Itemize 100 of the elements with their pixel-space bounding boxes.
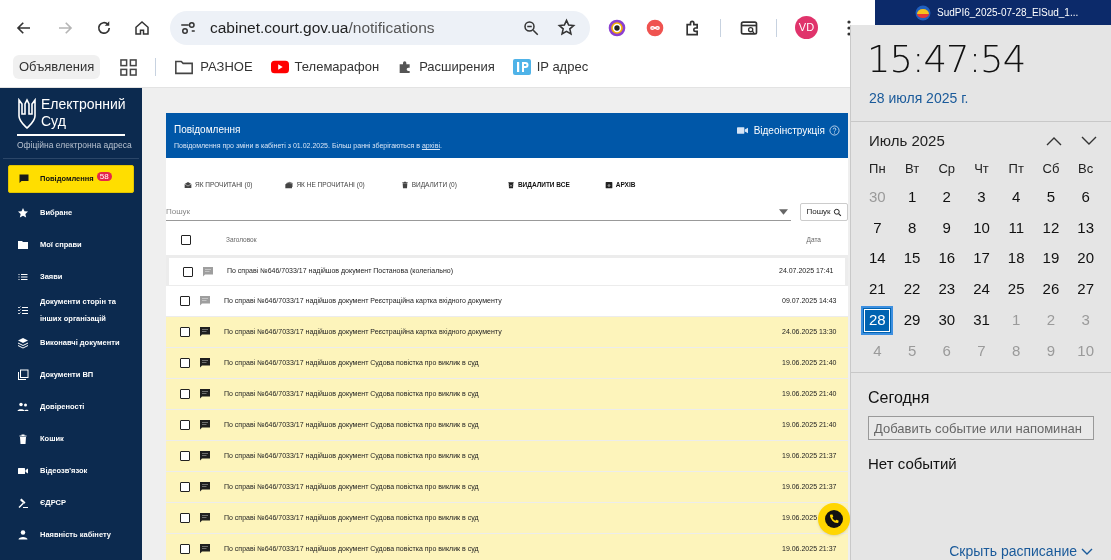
trident-icon — [17, 98, 37, 130]
calendar-day[interactable]: 15 — [896, 244, 929, 274]
trash-icon — [400, 181, 409, 189]
bookmark-link[interactable]: Телемарафон — [270, 57, 380, 77]
select-all-checkbox[interactable] — [181, 235, 191, 245]
month-label[interactable]: Июль 2025 — [869, 129, 1046, 153]
weekday-label: Сб — [1042, 160, 1060, 179]
calendar-day[interactable]: 22 — [896, 274, 929, 304]
row-checkbox[interactable] — [180, 389, 190, 399]
calendar-day[interactable]: 19 — [1034, 244, 1067, 274]
extension-icon[interactable] — [607, 17, 627, 38]
calendar-day[interactable]: 26 — [1034, 274, 1067, 304]
calendar-day[interactable]: 2 — [930, 182, 963, 212]
row-checkbox[interactable] — [180, 451, 190, 461]
calendar-day[interactable]: 12 — [1034, 213, 1067, 243]
search-icon — [832, 207, 842, 217]
logo-title: Суд — [41, 113, 67, 130]
calendar-day[interactable]: 25 — [1000, 274, 1033, 304]
row-checkbox[interactable] — [180, 296, 190, 306]
calendar-day[interactable]: 11 — [1000, 213, 1033, 243]
calendar-day[interactable]: 24 — [965, 274, 998, 304]
archive-box-icon — [604, 181, 613, 189]
url-text: cabinet.court.gov.ua/notifications — [210, 17, 435, 38]
search-field[interactable]: Пошук — [166, 203, 779, 220]
chevron-down-icon[interactable] — [1081, 136, 1097, 146]
envelope-stack-icon — [285, 181, 294, 189]
chevron-down-icon — [1081, 547, 1093, 556]
message-icon — [199, 388, 211, 400]
message-icon — [202, 265, 214, 278]
copy-icon — [17, 368, 29, 381]
weekday-label: Пт — [1008, 160, 1024, 179]
calendar-day[interactable]: 20 — [1069, 244, 1102, 274]
calendar-day[interactable]: 9 — [930, 213, 963, 243]
chevron-up-icon[interactable] — [1046, 136, 1062, 146]
dropdown-caret-icon[interactable] — [779, 208, 788, 215]
calendar-day[interactable]: 21 — [861, 274, 894, 304]
logo-title: Електронний — [41, 96, 126, 113]
checklist-icon — [17, 303, 29, 316]
calendar-day[interactable]: 29 — [896, 305, 929, 335]
folder-icon — [17, 238, 29, 251]
calendar-day[interactable]: 8 — [896, 213, 929, 243]
app-icon[interactable] — [915, 4, 931, 21]
weekday-label: Вс — [1078, 160, 1094, 179]
star-icon — [17, 206, 29, 219]
row-checkbox[interactable] — [180, 327, 190, 337]
bookmark-link[interactable]: Расширения — [397, 57, 495, 77]
calendar-day[interactable]: 7 — [861, 213, 894, 243]
calendar-day[interactable]: 13 — [1069, 213, 1102, 243]
zoom-icon[interactable] — [522, 18, 540, 37]
bookmark-link[interactable]: IP адрес — [512, 57, 589, 77]
count-badge: 58 — [96, 172, 112, 182]
calendar-day[interactable]: 17 — [965, 244, 998, 274]
row-checkbox[interactable] — [183, 266, 193, 277]
row-checkbox[interactable] — [180, 482, 190, 492]
calendar-day[interactable]: 23 — [930, 274, 963, 304]
home-icon[interactable] — [133, 18, 151, 37]
address-bar[interactable]: cabinet.court.gov.ua/notifications — [170, 10, 590, 45]
calendar-day[interactable]: 5 — [1034, 182, 1067, 212]
message-icon — [199, 481, 211, 493]
video-instruction-link[interactable]: Відеоінструкція — [736, 123, 825, 138]
calendar-day[interactable]: 4 — [1000, 182, 1033, 212]
calendar-day[interactable]: 18 — [1000, 244, 1033, 274]
profile-avatar[interactable]: VD — [795, 16, 818, 39]
trash-x-icon — [506, 181, 515, 189]
message-icon — [199, 326, 211, 338]
search-button[interactable]: Пошук — [800, 203, 848, 221]
weekday-label: Чт — [974, 160, 989, 179]
calendar-day[interactable]: 14 — [861, 244, 894, 274]
menu-icon[interactable] — [847, 19, 851, 36]
calendar-day[interactable]: 30 — [930, 305, 963, 335]
help-icon[interactable] — [829, 125, 840, 136]
message-icon — [18, 172, 30, 185]
calendar-day[interactable]: 16 — [930, 244, 963, 274]
message-icon — [199, 543, 211, 555]
layers-icon — [17, 336, 29, 349]
calendar-day[interactable]: 6 — [1069, 182, 1102, 212]
today-heading: Сегодня — [867, 388, 931, 409]
calendar-day[interactable]: 27 — [1069, 274, 1102, 304]
bookmark-chip[interactable]: Объявления — [13, 55, 101, 79]
video-camera-icon — [736, 126, 748, 135]
bookmark-link[interactable]: РАЗНОЕ — [174, 57, 253, 77]
star-icon[interactable] — [557, 18, 576, 37]
message-icon — [199, 295, 211, 307]
ip-badge-icon — [512, 59, 531, 75]
calendar-day[interactable]: 1 — [896, 182, 929, 212]
row-checkbox[interactable] — [180, 420, 190, 430]
apps-grid-icon[interactable] — [120, 58, 138, 76]
row-checkbox[interactable] — [180, 544, 190, 554]
row-checkbox[interactable] — [180, 513, 190, 523]
calendar-day[interactable]: 10 — [965, 213, 998, 243]
calendar-day[interactable]: 28 — [861, 305, 894, 335]
hide-schedule-link[interactable]: Скрыть расписание — [949, 541, 1093, 560]
calendar-day[interactable]: 31 — [965, 305, 998, 335]
play-icon — [270, 60, 289, 74]
calendar-day[interactable]: 3 — [965, 182, 998, 212]
row-checkbox[interactable] — [180, 358, 190, 368]
event-input[interactable]: Добавить событие или напоминан — [868, 416, 1094, 441]
weekday-label: Пн — [869, 160, 886, 179]
no-events-text: Нет событий — [867, 454, 958, 475]
date-link[interactable]: 28 июля 2025 г. — [851, 88, 1111, 109]
